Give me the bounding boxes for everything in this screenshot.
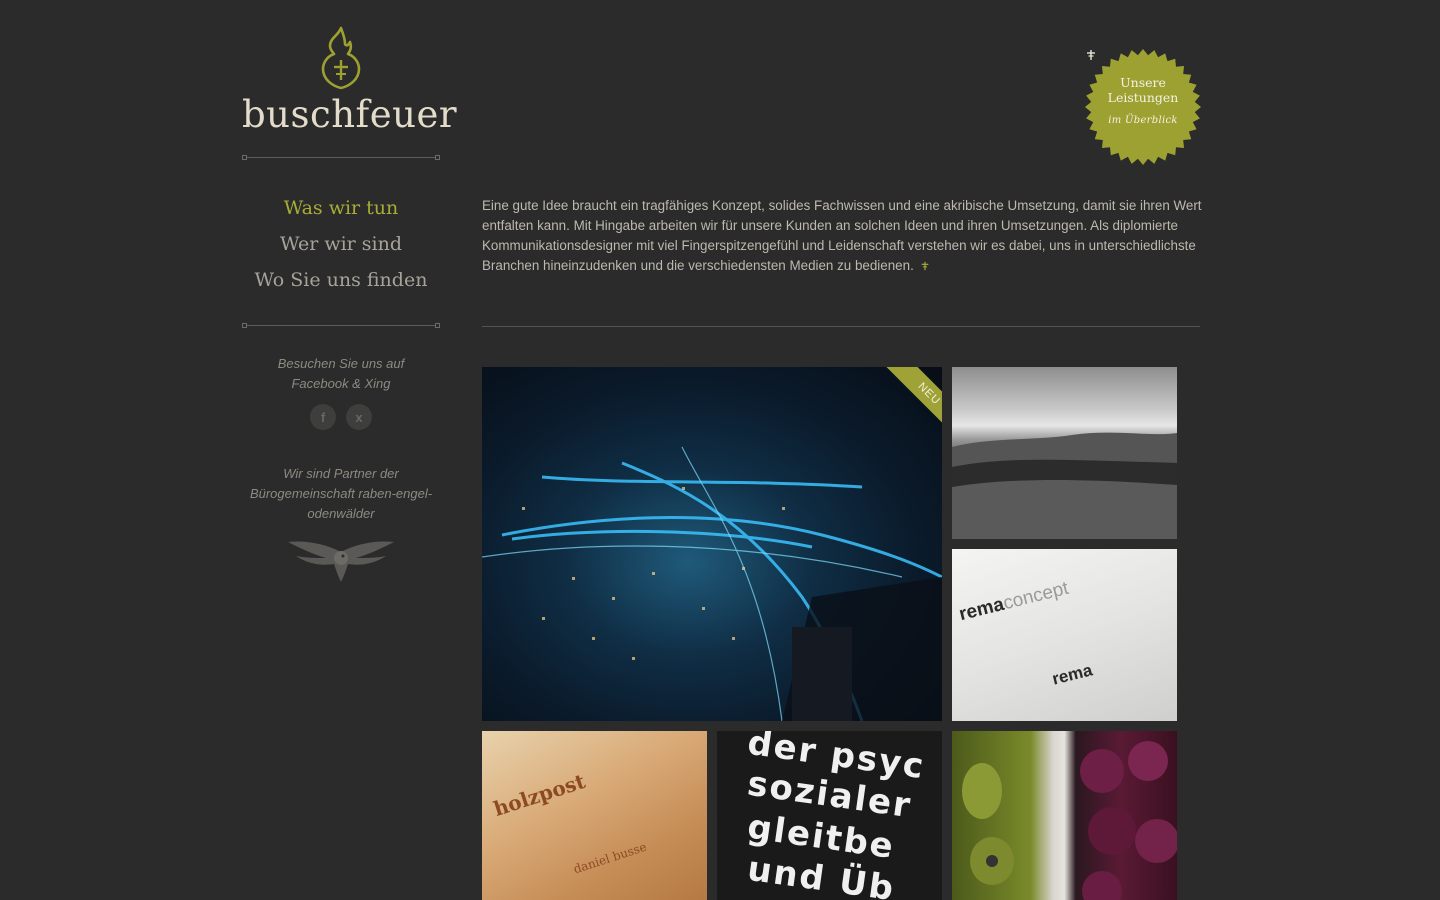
portfolio-tile-landscape[interactable] (952, 367, 1177, 539)
badge-subtitle: im Überblick (1108, 115, 1178, 126)
badge-line2: Leistungen (1107, 90, 1179, 105)
partner-text-line2: Bürogemeinschaft raben-engel- (249, 486, 433, 501)
brand-logo[interactable]: buschfeuer (242, 24, 458, 138)
holzpost-person: daniel busse (571, 839, 649, 877)
flame-heart-icon (321, 26, 361, 90)
sidebar-divider-top (242, 155, 440, 161)
social-section: Besuchen Sie uns auf Facebook & Xing f x (242, 354, 440, 430)
nav-item-wer-wir-sind[interactable]: Wer wir sind (242, 226, 440, 262)
partner-text-line3: odenwälder (307, 506, 375, 521)
main-nav: Was wir tun Wer wir sind Wo Sie uns find… (242, 190, 440, 298)
winged-raven-logo[interactable] (286, 534, 396, 584)
rema-brand-bold-2: rema (1050, 660, 1095, 689)
rema-brand-bold: rema (957, 593, 1007, 626)
intro-paragraph: Eine gute Idee braucht ein tragfähiges K… (482, 196, 1202, 276)
content-divider (482, 326, 1200, 327)
facebook-icon[interactable]: f (310, 404, 336, 430)
cross-icon (1087, 50, 1095, 60)
brand-name: buschfeuer (242, 93, 458, 136)
portfolio-tile-remaconcept[interactable]: remaconcept rema (952, 549, 1177, 721)
nav-item-was-wir-tun[interactable]: Was wir tun (242, 190, 440, 226)
services-badge[interactable]: Unsere Leistungen im Überblick (1085, 49, 1201, 165)
social-text-line2: Facebook & Xing (291, 376, 391, 391)
partner-text-line1: Wir sind Partner der (283, 466, 399, 481)
badge-line1: Unsere (1120, 75, 1166, 90)
sidebar-divider-bottom (242, 323, 440, 329)
portfolio-tile-holzpost[interactable]: holzpost daniel busse (482, 731, 707, 900)
portfolio-tile-city-night[interactable] (482, 367, 942, 721)
cross-icon (921, 262, 929, 271)
rema-brand-light: concept (1001, 577, 1071, 615)
social-text-line1: Besuchen Sie uns auf (277, 356, 405, 371)
xing-icon[interactable]: x (346, 404, 372, 430)
holzpost-logo: holzpost (490, 768, 589, 822)
portfolio-tile-food[interactable] (952, 731, 1177, 900)
partner-section: Wir sind Partner der Bürogemeinschaft ra… (242, 464, 440, 584)
portfolio-tile-typography[interactable]: der psyc sozialer gleitbe und Üb (717, 731, 942, 900)
nav-item-wo-sie-uns-finden[interactable]: Wo Sie uns finden (242, 262, 440, 298)
intro-text: Eine gute Idee braucht ein tragfähiges K… (482, 198, 1202, 273)
